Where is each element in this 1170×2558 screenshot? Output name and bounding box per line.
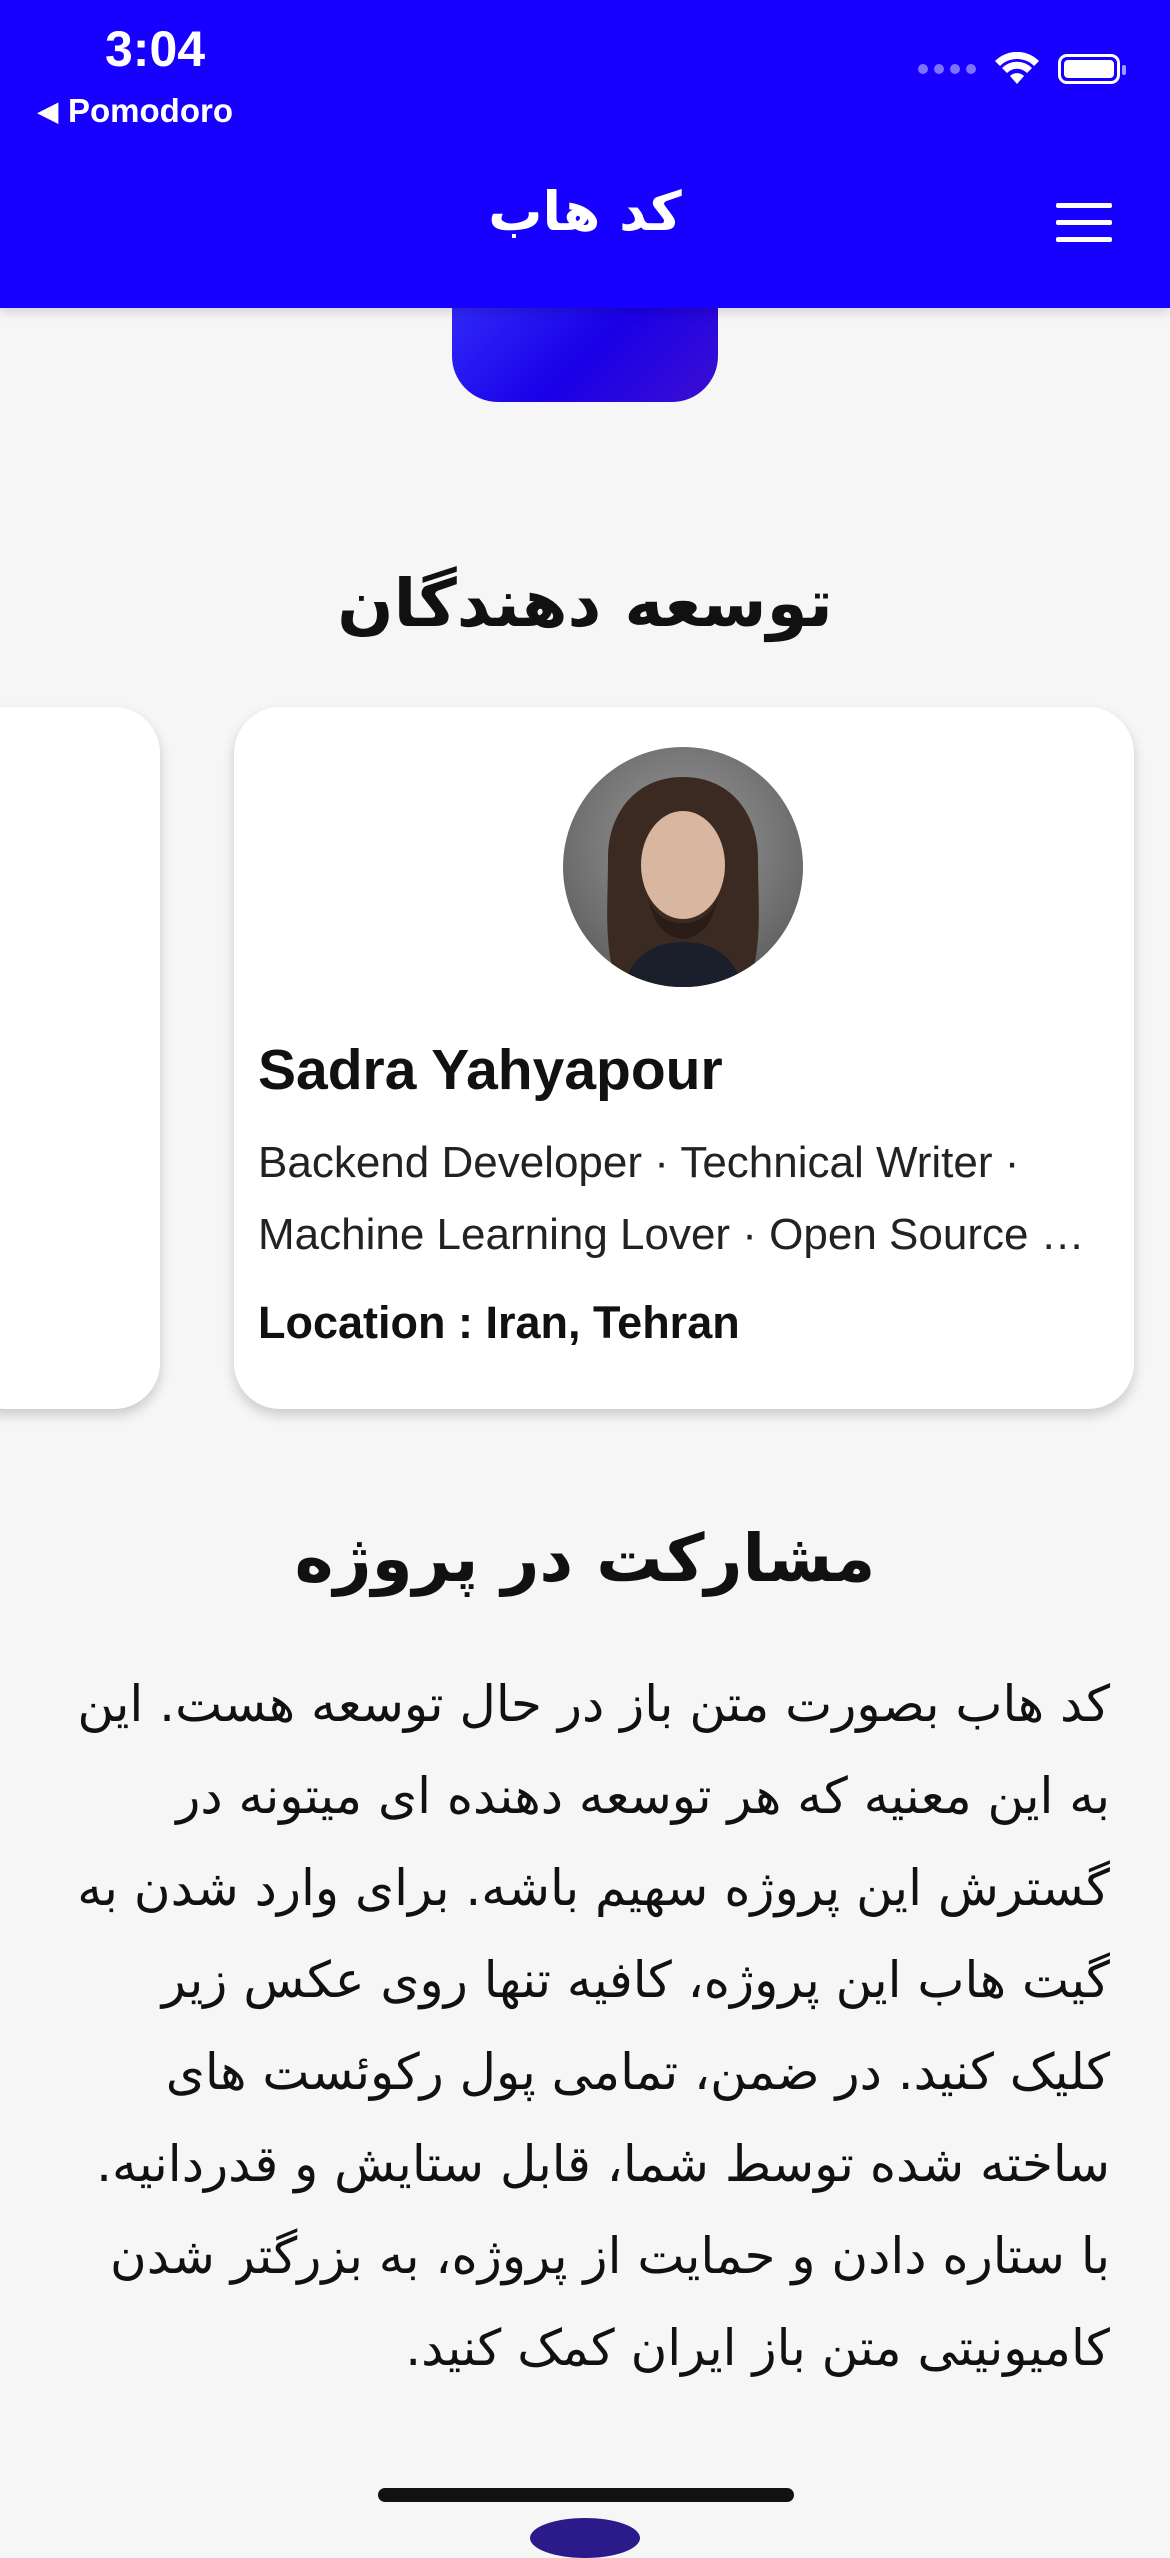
avatar — [563, 747, 803, 987]
cellular-signal-icon — [918, 64, 976, 74]
page-title: کد هاب — [488, 180, 682, 243]
back-to-app-link[interactable]: ◀ Pomodoro — [38, 92, 233, 130]
developer-name: Sadra Yahyapour — [258, 1038, 723, 1102]
battery-icon — [1058, 54, 1126, 84]
app-header: 3:04 ◀ Pomodoro کد هاب — [0, 0, 1170, 308]
status-time: 3:04 — [105, 21, 206, 77]
home-indicator[interactable] — [378, 2488, 794, 2502]
developer-bio: Backend Developer · Technical Writer · M… — [258, 1138, 1085, 1259]
wifi-icon — [995, 52, 1039, 84]
github-image-peek[interactable] — [530, 2518, 640, 2558]
developers-section-title: توسعه دهندگان — [337, 565, 833, 642]
developer-location: Location : Iran, Tehran — [258, 1297, 740, 1348]
developer-card[interactable]: Sadra Yahyapour Backend Developer · Tech… — [234, 707, 1134, 1409]
contribution-text: کد هاب بصورت متن باز در حال توسعه هست. ا… — [77, 1675, 1110, 2377]
hamburger-menu-icon[interactable] — [1056, 203, 1112, 243]
developer-card-partial[interactable] — [0, 707, 160, 1409]
status-icons — [918, 52, 1126, 86]
back-arrow-icon: ◀ — [38, 95, 58, 126]
contribution-section-title: مشارکت در پروژه — [294, 1520, 876, 1597]
back-app-label: Pomodoro — [68, 92, 233, 129]
